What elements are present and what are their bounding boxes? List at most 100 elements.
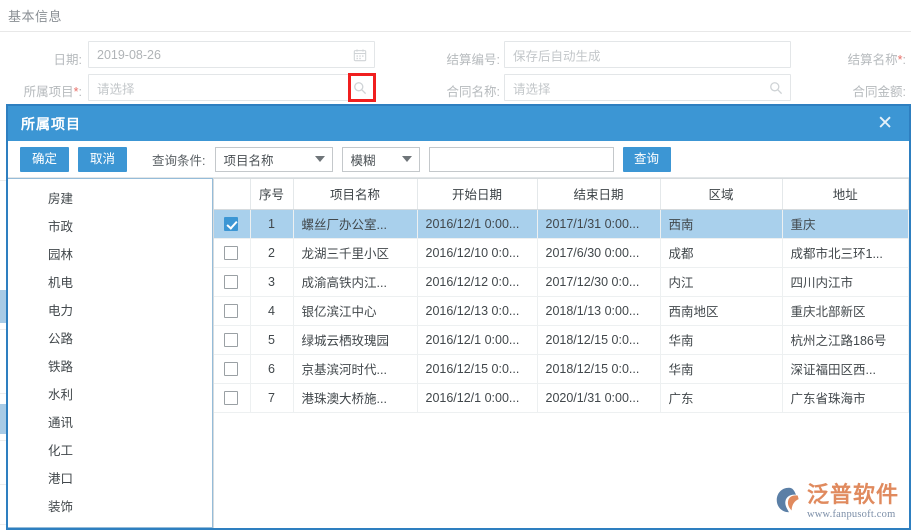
label-date: 日期: — [53, 53, 82, 67]
row-checkbox-cell[interactable] — [213, 209, 251, 239]
checkbox-icon[interactable] — [224, 303, 239, 318]
grid-left-border — [213, 179, 214, 528]
dialog-title: 所属项目 — [21, 115, 81, 132]
row-start-date: 2016/12/15 0:0... — [417, 354, 538, 384]
category-list: 房建 市政 园林 机电 电力 公路 铁路 水利 通讯 化工 港口 装饰 — [8, 179, 212, 521]
row-project-name: 港珠澳大桥施... — [293, 383, 418, 413]
project-grid-container: 序号 项目名称 开始日期 结束日期 区域 地址 1 螺丝厂办公室... 2016/1… — [213, 178, 909, 528]
confirm-button[interactable]: 确定 — [20, 146, 70, 172]
query-button[interactable]: 查询 — [622, 146, 671, 172]
checkbox-checked-icon[interactable] — [224, 216, 239, 231]
checkbox-icon[interactable] — [224, 361, 239, 376]
chevron-down-icon — [314, 156, 325, 162]
project-placeholder: 请选择 — [97, 82, 135, 96]
sidebar-item-tongxun[interactable]: 通讯 — [8, 409, 212, 437]
query-match-select[interactable]: 模糊 — [341, 146, 420, 172]
row-index: 7 — [250, 383, 294, 413]
table-row[interactable]: 5 绿城云栖玫瑰园 2016/12/1 0:00... 2018/12/15 0:0.… — [213, 325, 909, 355]
row-region: 内江 — [660, 267, 783, 297]
section-divider — [0, 31, 911, 32]
col-end-date[interactable]: 结束日期 — [537, 179, 661, 210]
table-row[interactable]: 7 港珠澳大桥施... 2016/12/1 0:00... 2020/1/31 0:0… — [213, 383, 909, 413]
cancel-button[interactable]: 取消 — [78, 146, 128, 172]
date-field[interactable]: 2019-08-26 — [88, 41, 375, 68]
row-checkbox-cell[interactable] — [213, 267, 251, 297]
row-end-date: 2018/12/15 0:0... — [537, 325, 661, 355]
sidebar-item-shizheng[interactable]: 市政 — [8, 213, 212, 241]
row-region: 成都 — [660, 238, 783, 268]
checkbox-icon[interactable] — [224, 332, 239, 347]
row-checkbox-cell[interactable] — [213, 238, 251, 268]
row-checkbox-cell[interactable] — [213, 383, 251, 413]
row-index: 6 — [250, 354, 294, 384]
row-end-date: 2017/6/30 0:00... — [537, 238, 661, 268]
row-start-date: 2016/12/12 0:0... — [417, 267, 538, 297]
row-project-name: 银亿滨江中心 — [293, 296, 418, 326]
checkbox-icon[interactable] — [224, 274, 239, 289]
query-keyword-input[interactable] — [428, 146, 614, 172]
dialog-body: 房建 市政 园林 机电 电力 公路 铁路 水利 通讯 化工 港口 装饰 序号 项… — [8, 178, 909, 528]
close-icon[interactable]: ✕ — [875, 114, 895, 133]
search-icon[interactable] — [353, 81, 367, 95]
chevron-down-icon — [401, 156, 412, 162]
contract-name-placeholder: 请选择 — [513, 82, 551, 96]
row-checkbox-cell[interactable] — [213, 354, 251, 384]
query-field-select-value: 项目名称 — [223, 153, 274, 168]
checkbox-icon[interactable] — [224, 390, 239, 405]
sidebar-item-gonglu[interactable]: 公路 — [8, 325, 212, 353]
label-project: 所属项目*: — [23, 85, 82, 99]
checkbox-icon[interactable] — [224, 245, 239, 260]
date-value: 2019-08-26 — [97, 47, 161, 62]
row-checkbox-cell[interactable] — [213, 325, 251, 355]
row-start-date: 2016/12/1 0:00... — [417, 325, 538, 355]
row-region: 华南 — [660, 354, 783, 384]
project-field[interactable]: 请选择 — [88, 74, 375, 101]
row-address: 重庆北部新区 — [782, 296, 909, 326]
row-end-date: 2017/1/31 0:00... — [537, 209, 661, 239]
table-row[interactable]: 1 螺丝厂办公室... 2016/12/1 0:00... 2017/1/31 0:0… — [213, 209, 909, 239]
sidebar-item-tielu[interactable]: 铁路 — [8, 353, 212, 381]
col-index[interactable]: 序号 — [250, 179, 294, 210]
contract-name-field[interactable]: 请选择 — [504, 74, 791, 101]
row-index: 1 — [250, 209, 294, 239]
required-asterisk: * — [73, 85, 79, 99]
table-row[interactable]: 4 银亿滨江中心 2016/12/13 0:0... 2018/1/13 0:00..… — [213, 296, 909, 326]
sidebar-item-yuanlin[interactable]: 园林 — [8, 241, 212, 269]
settlement-no-field[interactable]: 保存后自动生成 — [504, 41, 791, 68]
query-field-select[interactable]: 项目名称 — [214, 146, 333, 172]
row-region: 华南 — [660, 325, 783, 355]
row-start-date: 2016/12/1 0:00... — [417, 209, 538, 239]
sidebar-item-gangkou[interactable]: 港口 — [8, 465, 212, 493]
row-region: 西南地区 — [660, 296, 783, 326]
row-index: 5 — [250, 325, 294, 355]
sidebar-item-huagong[interactable]: 化工 — [8, 437, 212, 465]
col-address[interactable]: 地址 — [782, 179, 909, 210]
search-icon[interactable] — [769, 81, 783, 95]
row-end-date: 2017/12/30 0:0... — [537, 267, 661, 297]
col-project-name[interactable]: 项目名称 — [293, 179, 418, 210]
row-project-name: 京基滨河时代... — [293, 354, 418, 384]
label-contract-name: 合同名称: — [446, 85, 500, 99]
table-row[interactable]: 2 龙湖三千里小区 2016/12/10 0:0... 2017/6/30 0:00.… — [213, 238, 909, 268]
sidebar-item-zhuangshi[interactable]: 装饰 — [8, 493, 212, 521]
row-start-date: 2016/12/13 0:0... — [417, 296, 538, 326]
table-row[interactable]: 3 成渝高铁内江... 2016/12/12 0:0... 2017/12/30 0:… — [213, 267, 909, 297]
query-match-select-value: 模糊 — [350, 153, 376, 168]
col-select-all[interactable] — [213, 179, 251, 210]
col-region[interactable]: 区域 — [660, 179, 783, 210]
sidebar-item-dianli[interactable]: 电力 — [8, 297, 212, 325]
table-row[interactable]: 6 京基滨河时代... 2016/12/15 0:0... 2018/12/15 0:… — [213, 354, 909, 384]
sidebar-item-shuili[interactable]: 水利 — [8, 381, 212, 409]
col-start-date[interactable]: 开始日期 — [417, 179, 538, 210]
row-address: 杭州之江路186号 — [782, 325, 909, 355]
row-checkbox-cell[interactable] — [213, 296, 251, 326]
calendar-icon[interactable] — [353, 48, 367, 62]
sidebar-item-fangjian[interactable]: 房建 — [8, 185, 212, 213]
grid-header: 序号 项目名称 开始日期 结束日期 区域 地址 — [213, 179, 909, 210]
category-sidebar: 房建 市政 园林 机电 电力 公路 铁路 水利 通讯 化工 港口 装饰 — [8, 178, 213, 528]
sidebar-item-jidian[interactable]: 机电 — [8, 269, 212, 297]
row-project-name: 龙湖三千里小区 — [293, 238, 418, 268]
dialog-header: 所属项目 ✕ — [8, 106, 909, 141]
label-project-text: 所属项目 — [23, 85, 74, 99]
row-start-date: 2016/12/10 0:0... — [417, 238, 538, 268]
